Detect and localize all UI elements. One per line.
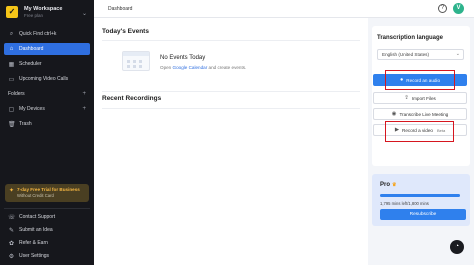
sidebar-item-user-settings[interactable]: ⚙ User Settings [4, 250, 90, 262]
events-hint: Open Google Calendar and create events. [160, 65, 246, 70]
transcribe-live-meeting-button[interactable]: ◉ Transcribe Live Meeting [373, 108, 467, 120]
trash-icon: 🗑 [8, 121, 16, 128]
right-panel: Transcription language English (United S… [368, 18, 474, 265]
gift-icon: ✦ [9, 188, 15, 194]
add-folder-icon[interactable]: + [82, 91, 86, 97]
search-icon: ⌕ [9, 30, 14, 37]
language-value: English (United States) [382, 52, 429, 57]
recent-recordings-title: Recent Recordings [102, 95, 162, 102]
sidebar-item-label: Submit an Idea [19, 227, 53, 233]
minutes-progress-bar [380, 194, 460, 197]
import-files-button[interactable]: ⇪ Import Files [373, 92, 467, 104]
events-panel: No Events Today Open Google Calendar and… [102, 40, 360, 92]
language-select[interactable]: English (United States) ⌄ [377, 49, 464, 60]
transcription-title: Transcription language [377, 35, 444, 41]
sidebar-item-trash[interactable]: 🗑 Trash [4, 118, 90, 130]
support-icon: ☏ [8, 214, 16, 221]
google-calendar-link[interactable]: Google Calendar [173, 65, 208, 70]
minutes-progress-fill [380, 194, 460, 197]
workspace-name: My Workspace [24, 6, 63, 12]
help-icon[interactable]: ? [438, 4, 447, 13]
quick-find-label: Quick Find ctrl+k [19, 31, 57, 37]
pro-plan-card: Pro ♛ 1,795 mins left/1,800 mins Resubscr… [372, 174, 470, 226]
workspace-subtitle: Free plan [24, 13, 44, 18]
settings-icon: ⚙ [8, 253, 15, 260]
sidebar-item-dashboard[interactable]: ⌂ Dashboard [4, 43, 90, 55]
quick-find[interactable]: ⌕ Quick Find ctrl+k [4, 28, 90, 40]
no-events-text: No Events Today [160, 55, 206, 61]
chevron-down-icon: ⌄ [455, 51, 460, 57]
sidebar-item-label: User Settings [19, 253, 50, 259]
sidebar-item-contact-support[interactable]: ☏ Contact Support [4, 211, 90, 223]
sidebar-item-label: My Devices [19, 106, 45, 112]
sidebar-item-label: Refer & Earn [19, 240, 48, 246]
pro-title-text: Pro [380, 182, 391, 188]
resubscribe-button[interactable]: Resubscribe [380, 209, 466, 220]
home-icon: ⌂ [9, 46, 14, 52]
devices-icon: ▢ [8, 106, 15, 113]
video-icon: ▭ [8, 76, 15, 83]
sidebar-item-label: Upcoming Video Calls [19, 76, 69, 82]
events-hint-suffix: and create events. [207, 65, 247, 70]
sidebar-item-scheduler[interactable]: ▦ Scheduler [4, 58, 90, 70]
calendar-icon: ▦ [8, 61, 15, 68]
sidebar-item-refer-earn[interactable]: ✿ Refer & Earn [4, 237, 90, 249]
events-hint-prefix: Open [160, 65, 173, 70]
import-files-label: Import Files [411, 95, 436, 101]
avatar[interactable]: V [453, 3, 464, 14]
sidebar-item-folders[interactable]: Folders + [4, 88, 90, 100]
meeting-icon: ◉ [391, 111, 397, 117]
sidebar-divider [4, 208, 90, 209]
sidebar-item-label: Scheduler [19, 61, 42, 67]
trial-subtitle: Without Credit Card [17, 193, 54, 198]
workspace-switcher[interactable]: ✓ My Workspace Free plan [6, 6, 62, 18]
workspace-logo: ✓ [6, 6, 18, 18]
chat-support-icon[interactable]: ◔ [450, 240, 464, 254]
chevron-down-icon[interactable]: ⌄ [82, 10, 87, 17]
sidebar-item-submit-idea[interactable]: ✎ Submit an Idea [4, 224, 90, 236]
gift-icon: ✿ [8, 240, 15, 247]
upload-icon: ⇪ [404, 95, 409, 101]
sidebar-item-label: Contact Support [19, 214, 56, 220]
todays-events-title: Today's Events [102, 28, 149, 35]
breadcrumb: Dashboard [108, 6, 133, 12]
add-device-icon[interactable]: + [82, 106, 86, 112]
calendar-illustration [122, 51, 150, 71]
sidebar: ✓ My Workspace Free plan ⌄ ⌕ Quick Find … [0, 0, 94, 265]
pro-title: Pro ♛ [380, 182, 397, 188]
recordings-list [102, 108, 360, 260]
idea-icon: ✎ [8, 227, 15, 234]
sidebar-item-label: Trash [19, 121, 32, 127]
sidebar-item-label: Folders [8, 91, 25, 97]
trial-banner[interactable]: ✦ 7-day Free Trial for Business Without … [5, 184, 89, 202]
sidebar-item-label: Dashboard [19, 46, 44, 52]
minutes-left-text: 1,795 mins left/1,800 mins [380, 201, 429, 206]
sidebar-item-my-devices[interactable]: ▢ My Devices + [4, 103, 90, 115]
crown-icon: ♛ [392, 182, 397, 188]
main-content: Today's Events No Events Today Open Goog… [94, 18, 368, 265]
highlight-box-record-audio [385, 70, 455, 90]
highlight-box-record-video [385, 121, 454, 142]
sidebar-item-upcoming-video-calls[interactable]: ▭ Upcoming Video Calls [4, 73, 90, 85]
top-header: Dashboard ? V [94, 0, 474, 18]
transcribe-live-label: Transcribe Live Meeting [399, 111, 449, 117]
